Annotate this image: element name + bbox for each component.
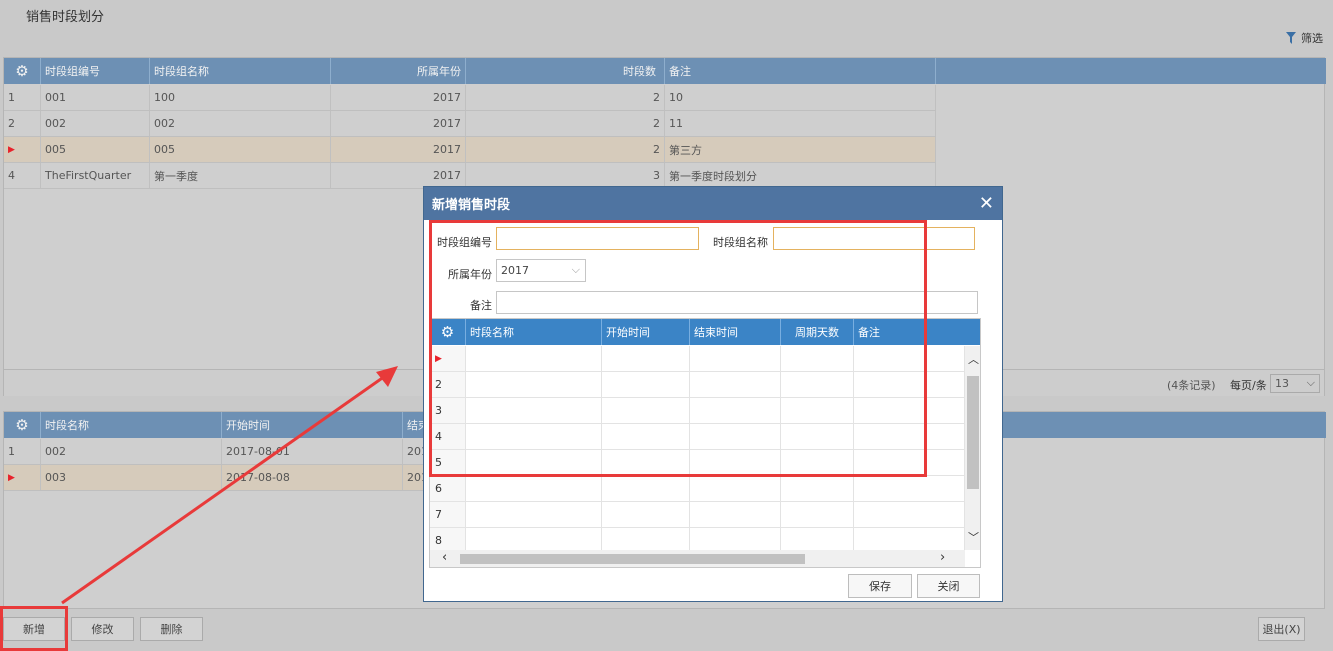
table-row[interactable]: 2 002 002 2017 2 11 (4, 111, 936, 137)
cell-idx: ▶ (4, 137, 41, 162)
table-row[interactable]: ▶ 005 005 2017 2 第三方 (4, 137, 936, 163)
grid-settings-gear-icon[interactable]: ⚙ (4, 58, 41, 84)
cell-code: 005 (41, 137, 150, 162)
table-row[interactable]: 6 (430, 476, 965, 502)
grid-cell[interactable] (602, 476, 690, 501)
grid-cell[interactable] (781, 476, 854, 501)
cell-note: 10 (665, 85, 936, 110)
table-row[interactable]: 1 002 2017-08-01 201 (4, 439, 434, 465)
filter-label: 筛选 (1301, 32, 1323, 45)
horizontal-scrollbar[interactable]: ‹ › (430, 550, 965, 567)
col-period-name[interactable]: 时段名称 (41, 412, 222, 438)
grid-cell[interactable] (781, 502, 854, 527)
cell-code: 001 (41, 85, 150, 110)
per-page-value: 13 (1275, 377, 1289, 390)
col-note[interactable]: 备注 (665, 58, 936, 84)
scroll-right-icon[interactable]: › (940, 550, 945, 565)
cell-count: 2 (466, 111, 665, 136)
cell-start: 2017-08-08 (222, 465, 403, 490)
filter-icon (1286, 32, 1296, 44)
scroll-thumb-horizontal[interactable] (460, 554, 805, 564)
scroll-down-icon[interactable]: ﹀ (968, 529, 979, 545)
cell-count: 2 (466, 137, 665, 162)
cell-count: 3 (466, 163, 665, 188)
current-row-indicator-icon: ▶ (8, 472, 15, 483)
cell-idx: 1 (4, 85, 41, 110)
cell-idx: ▶ (4, 465, 41, 490)
cell-name: 002 (41, 439, 222, 464)
col-year[interactable]: 所属年份 (331, 58, 466, 84)
page-title: 销售时段划分 (26, 10, 105, 25)
cell-year: 2017 (331, 163, 466, 188)
grid-cell[interactable] (854, 502, 965, 527)
cell-year: 2017 (331, 85, 466, 110)
cell-code: 002 (41, 111, 150, 136)
grid-cell[interactable] (854, 476, 965, 501)
cell-name: 100 (150, 85, 331, 110)
record-count: (4条记录) (1167, 379, 1216, 392)
col-group-name[interactable]: 时段组名称 (150, 58, 331, 84)
cell-name: 003 (41, 465, 222, 490)
cell-note: 11 (665, 111, 936, 136)
scroll-thumb[interactable] (967, 376, 979, 489)
cell-note: 第一季度时段划分 (665, 163, 936, 188)
scroll-up-icon[interactable]: ︿ (968, 351, 979, 367)
grid-settings-gear-icon[interactable]: ⚙ (4, 412, 41, 438)
table-row[interactable]: ▶ 003 2017-08-08 201 (4, 465, 434, 491)
vertical-scrollbar[interactable]: ︿ ﹀ (965, 346, 980, 550)
cell-idx: 2 (4, 111, 41, 136)
cell-start: 2017-08-01 (222, 439, 403, 464)
dialog-title: 新增销售时段 (432, 198, 511, 213)
cell-count: 2 (466, 85, 665, 110)
grid-cell[interactable] (690, 476, 781, 501)
dialog-title-bar: 新增销售时段 ✕ (424, 187, 1002, 220)
row-index: 7 (430, 502, 466, 527)
col-count[interactable]: 时段数 (466, 58, 665, 84)
cell-idx: 4 (4, 163, 41, 188)
cell-name: 005 (150, 137, 331, 162)
annotation-highlight-box (429, 220, 927, 477)
current-row-indicator-icon: ▶ (8, 144, 15, 155)
cell-name: 002 (150, 111, 331, 136)
table-row[interactable]: 1 001 100 2017 2 10 (4, 85, 936, 111)
chevron-down-icon: ⌵ (1306, 376, 1315, 389)
cell-code: TheFirstQuarter (41, 163, 150, 188)
grid-cell[interactable] (602, 502, 690, 527)
save-button[interactable]: 保存 (848, 574, 912, 598)
exit-button[interactable]: 退出(X) (1258, 617, 1305, 641)
edit-button[interactable]: 修改 (71, 617, 134, 641)
table-row[interactable]: 7 (430, 502, 965, 528)
per-page-select[interactable]: 13 ⌵ (1270, 374, 1320, 393)
grid-cell[interactable] (466, 502, 602, 527)
cell-year: 2017 (331, 111, 466, 136)
close-button[interactable]: 关闭 (917, 574, 980, 598)
delete-button[interactable]: 删除 (140, 617, 203, 641)
top-grid-header: ⚙ 时段组编号 时段组名称 所属年份 时段数 备注 (4, 58, 1326, 84)
scroll-left-icon[interactable]: ‹ (442, 550, 447, 565)
col-group-code[interactable]: 时段组编号 (41, 58, 150, 84)
cell-idx: 1 (4, 439, 41, 464)
annotation-add-button-box (0, 606, 68, 651)
close-icon[interactable]: ✕ (979, 193, 994, 214)
cell-name: 第一季度 (150, 163, 331, 188)
cell-year: 2017 (331, 137, 466, 162)
per-page-label: 每页/条 (1230, 379, 1267, 392)
col-start-time[interactable]: 开始时间 (222, 412, 403, 438)
filter-button[interactable]: 筛选 (1286, 30, 1323, 46)
row-index: 6 (430, 476, 466, 501)
cell-note: 第三方 (665, 137, 936, 162)
grid-cell[interactable] (690, 502, 781, 527)
grid-cell[interactable] (466, 476, 602, 501)
